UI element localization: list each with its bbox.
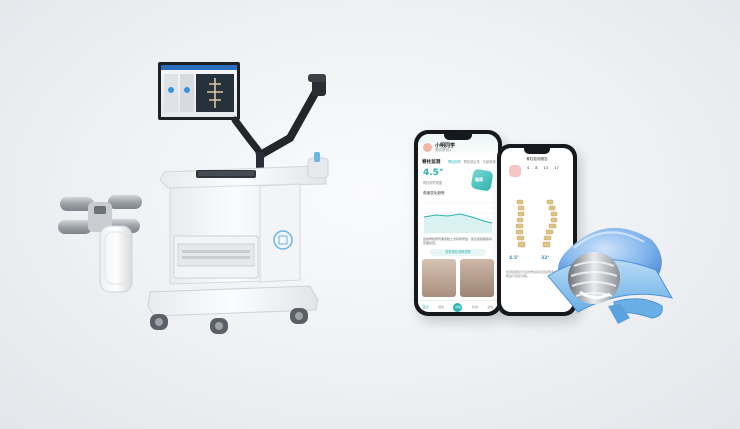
nav-report[interactable]: 报告 — [438, 305, 444, 309]
tab-scoliosis[interactable]: 脊柱侧弯 — [448, 159, 461, 164]
phone-notch — [524, 148, 550, 154]
report-icon — [509, 165, 521, 177]
video-thumbnail-2[interactable] — [460, 259, 494, 297]
tab-bar: 脊柱侧弯 脊柱前后弯 头部前倾 — [448, 159, 495, 164]
date-row: 4 8 13 17 — [527, 166, 559, 170]
medical-cart — [147, 62, 329, 334]
nav-shop[interactable]: 商城 — [472, 305, 478, 309]
date-item[interactable]: 13 — [544, 166, 549, 170]
user-subtitle: 测试测试1 — [435, 148, 452, 152]
date-item[interactable]: 17 — [554, 166, 559, 170]
badge-label: 健康 — [475, 177, 483, 182]
tab-head-forward[interactable]: 头部前倾 — [483, 159, 496, 164]
handheld-scanner — [58, 195, 142, 293]
angle-desc: 脊柱侧弯角度 — [423, 181, 443, 185]
bottom-nav: 首页 报告 训练 商城 我的 — [418, 300, 498, 312]
phone-notch — [444, 134, 472, 140]
angle-value: 4.5° — [423, 168, 444, 178]
nav-training[interactable]: 训练 — [453, 302, 463, 312]
video-thumbnail-1[interactable] — [422, 259, 456, 297]
trend-chart — [422, 202, 494, 234]
training-video-button[interactable]: 查看康复训练视频 — [430, 249, 486, 256]
product-scene: 小明同学 测试测试1 脊柱监测 脊柱侧弯 脊柱前后弯 头部前倾 4.5° 脊柱侧… — [0, 0, 740, 429]
report-title: 脊柱检测报告 — [526, 157, 548, 161]
tab-kyphosis[interactable]: 脊柱前后弯 — [464, 159, 480, 164]
phone-left: 小明同学 测试测试1 脊柱监测 脊柱侧弯 脊柱前后弯 头部前倾 4.5° 脊柱侧… — [414, 130, 502, 316]
nav-me[interactable]: 我的 — [487, 305, 493, 309]
date-item[interactable]: 4 — [527, 166, 529, 170]
phone-left-screen: 小明同学 测试测试1 脊柱监测 脊柱侧弯 脊柱前后弯 头部前倾 4.5° 脊柱侧… — [418, 134, 498, 312]
date-item[interactable]: 8 — [535, 166, 537, 170]
nav-home[interactable]: 首页 — [423, 305, 429, 309]
tip-text: 您的脊柱侧弯角度较上次有所增加，建议加强锻炼并定期复查。 — [423, 237, 493, 245]
avatar[interactable] — [423, 143, 432, 152]
chart-title: 角度变化趋势 — [423, 191, 445, 195]
section-heading: 脊柱监测 — [422, 160, 441, 165]
wearable-sensor — [547, 227, 674, 324]
value-left: 4.5° — [509, 256, 520, 261]
